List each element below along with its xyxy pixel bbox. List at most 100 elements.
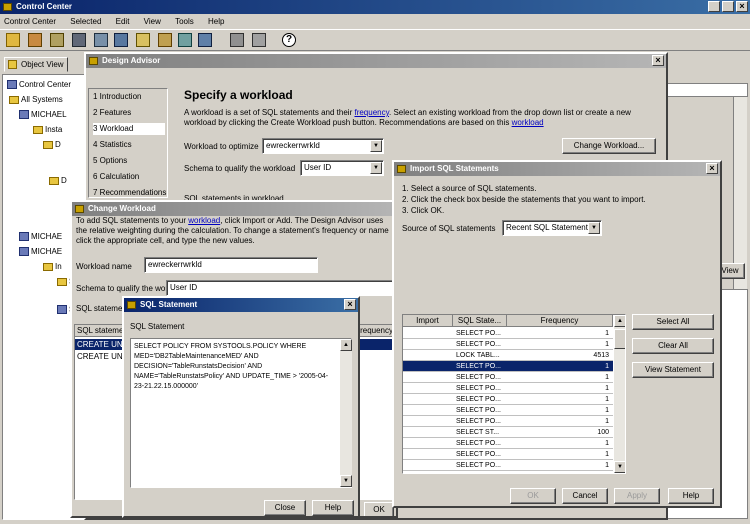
table-row[interactable]: SELECT PO...1 (403, 372, 613, 383)
minimize-icon[interactable] (708, 1, 720, 12)
table-row[interactable]: SELECT PO...1 (403, 383, 613, 394)
tree-item-all-systems[interactable]: All Systems (9, 94, 63, 105)
step-calculation[interactable]: 6 Calculation (93, 171, 139, 183)
scroll-down-icon[interactable]: ▼ (340, 475, 352, 487)
ok-button[interactable]: OK (510, 488, 556, 504)
step-options[interactable]: 5 Options (93, 155, 127, 167)
commandeditor-icon[interactable] (72, 33, 86, 47)
sql-cell[interactable]: SELECT ST... (456, 427, 506, 438)
step-workload[interactable]: 3 Workload (93, 123, 165, 135)
close-icon[interactable]: × (706, 163, 718, 174)
close-icon[interactable]: × (652, 55, 664, 66)
sql-statement-text-area[interactable]: SELECT POLICY FROM SYSTOOLS.POLICY WHERE… (130, 338, 352, 488)
frequency-cell[interactable]: 1 (509, 438, 609, 449)
table-row[interactable]: SELECT PO...1 (403, 405, 613, 416)
database-icon[interactable] (50, 33, 64, 47)
table-row[interactable]: SELECT PO...1 (403, 449, 613, 460)
sql-cell[interactable]: LOCK TABL... (456, 350, 506, 361)
frequency-column-header[interactable]: Frequency (507, 315, 613, 327)
tree-item-instances[interactable]: Insta (33, 124, 62, 135)
chevron-down-icon[interactable]: ▼ (370, 162, 382, 174)
workload-name-input[interactable]: ewreckerrwrkld (144, 257, 318, 273)
frequency-cell[interactable]: 100 (509, 427, 609, 438)
table-row[interactable]: SELECT ST... 100 (403, 427, 613, 438)
step-recommendations[interactable]: 7 Recommendations (93, 187, 166, 199)
sql-cell[interactable]: SELECT PO... (456, 460, 506, 471)
frequency-cell[interactable]: 4513 (509, 350, 609, 361)
sql-cell[interactable]: SELECT PO... (456, 449, 506, 460)
table-row[interactable]: SELECT PO...1 (403, 438, 613, 449)
source-select[interactable]: Recent SQL Statements ▼ (502, 220, 602, 236)
frequency-cell[interactable]: 1 (509, 361, 609, 372)
chevron-down-icon[interactable]: ▼ (370, 140, 382, 152)
close-icon[interactable]: × (344, 299, 356, 310)
table-row[interactable]: SELECT PO...1 (403, 471, 613, 473)
tree-item-d2[interactable]: D (49, 175, 67, 186)
sql-cell[interactable]: SELECT PO... (456, 405, 506, 416)
sql-cell[interactable]: SELECT PO... (456, 361, 506, 372)
frequency-cell[interactable]: 1 (509, 416, 609, 427)
sql-cell[interactable]: SELECT PO... (456, 339, 506, 350)
menu-tools[interactable]: Tools (175, 16, 194, 28)
tree-item-michael[interactable]: MICHAEL (19, 109, 67, 120)
healthcenter-icon[interactable] (114, 33, 128, 47)
table-row[interactable]: SELECT PO...1 (403, 339, 613, 350)
step-features[interactable]: 2 Features (93, 107, 131, 119)
tree-root[interactable]: Control Center (7, 79, 71, 90)
grid-scrollbar[interactable]: ▲ ▼ (613, 315, 625, 473)
sql-cell[interactable]: SELECT PO... (456, 372, 506, 383)
apply-button[interactable]: Apply (614, 488, 660, 504)
frequency-cell[interactable]: 1 (509, 449, 609, 460)
taskcenter-icon[interactable] (94, 33, 108, 47)
cw-workload-link[interactable]: workload (188, 216, 220, 225)
menu-help[interactable]: Help (208, 16, 224, 28)
tree-item-in[interactable]: In (43, 261, 62, 272)
table-row[interactable]: SELECT PO...1 (403, 416, 613, 427)
table-row[interactable]: SELECT PO...1 (403, 460, 613, 471)
close-icon[interactable]: × (736, 1, 748, 12)
clear-all-button[interactable]: Clear All (632, 338, 714, 354)
frequency-cell[interactable]: 1 (509, 339, 609, 350)
scroll-down-icon[interactable]: ▼ (614, 461, 625, 473)
frequency-cell[interactable]: 1 (509, 372, 609, 383)
help-icon[interactable]: ? (282, 33, 296, 47)
frequency-cell[interactable]: 1 (509, 460, 609, 471)
import-column-header[interactable]: Import (403, 315, 453, 327)
sql-cell[interactable]: SELECT PO... (456, 394, 506, 405)
sql-cell[interactable]: SELECT PO... (456, 416, 506, 427)
cw-schema-input[interactable]: User ID (166, 280, 396, 296)
tree-item-michae1[interactable]: MICHAE (19, 231, 62, 242)
frequency-cell[interactable]: 1 (509, 471, 609, 473)
chevron-down-icon[interactable]: ▼ (588, 222, 600, 234)
close-button[interactable]: Close (264, 500, 306, 516)
step-statistics[interactable]: 4 Statistics (93, 139, 132, 151)
sql-text-scrollbar[interactable]: ▲ ▼ (339, 339, 352, 487)
scroll-thumb[interactable] (614, 329, 625, 349)
cancel-button[interactable]: Cancel (562, 488, 608, 504)
select-all-button[interactable]: Select All (632, 314, 714, 330)
tree-item-michae2[interactable]: MICHAE (19, 246, 62, 257)
menu-control-center[interactable]: Control Center (4, 16, 56, 28)
frequency-cell[interactable]: 1 (509, 383, 609, 394)
satellite-icon[interactable] (198, 33, 212, 47)
menu-view[interactable]: View (144, 16, 161, 28)
change-workload-button[interactable]: Change Workload... (562, 138, 656, 154)
table-row[interactable]: ✓SELECT PO...1 (403, 361, 613, 372)
step-introduction[interactable]: 1 Introduction (93, 91, 141, 103)
workload-select[interactable]: ewreckerrwrkld ▼ (262, 138, 384, 154)
cw-ok-button[interactable]: OK (364, 502, 394, 516)
tree-item-d1[interactable]: D (43, 139, 61, 150)
sql-cell[interactable]: SELECT PO... (456, 383, 506, 394)
frequency-cell[interactable]: 1 (509, 405, 609, 416)
scroll-up-icon[interactable]: ▲ (614, 315, 625, 327)
menu-selected[interactable]: Selected (70, 16, 101, 28)
journal-icon[interactable] (136, 33, 150, 47)
scroll-up-icon[interactable]: ▲ (340, 339, 352, 351)
import-statements-grid[interactable]: Import SQL State... Frequency SELECT PO.… (402, 314, 626, 474)
table-row[interactable]: SELECT PO...1 (403, 328, 613, 339)
view-statement-button[interactable]: View Statement (632, 362, 714, 378)
object-view-tab[interactable]: Object View (4, 57, 68, 72)
workload-link[interactable]: workload (512, 118, 544, 127)
sql-cell[interactable]: SELECT PO... (456, 471, 506, 473)
systems-icon[interactable] (6, 33, 20, 47)
